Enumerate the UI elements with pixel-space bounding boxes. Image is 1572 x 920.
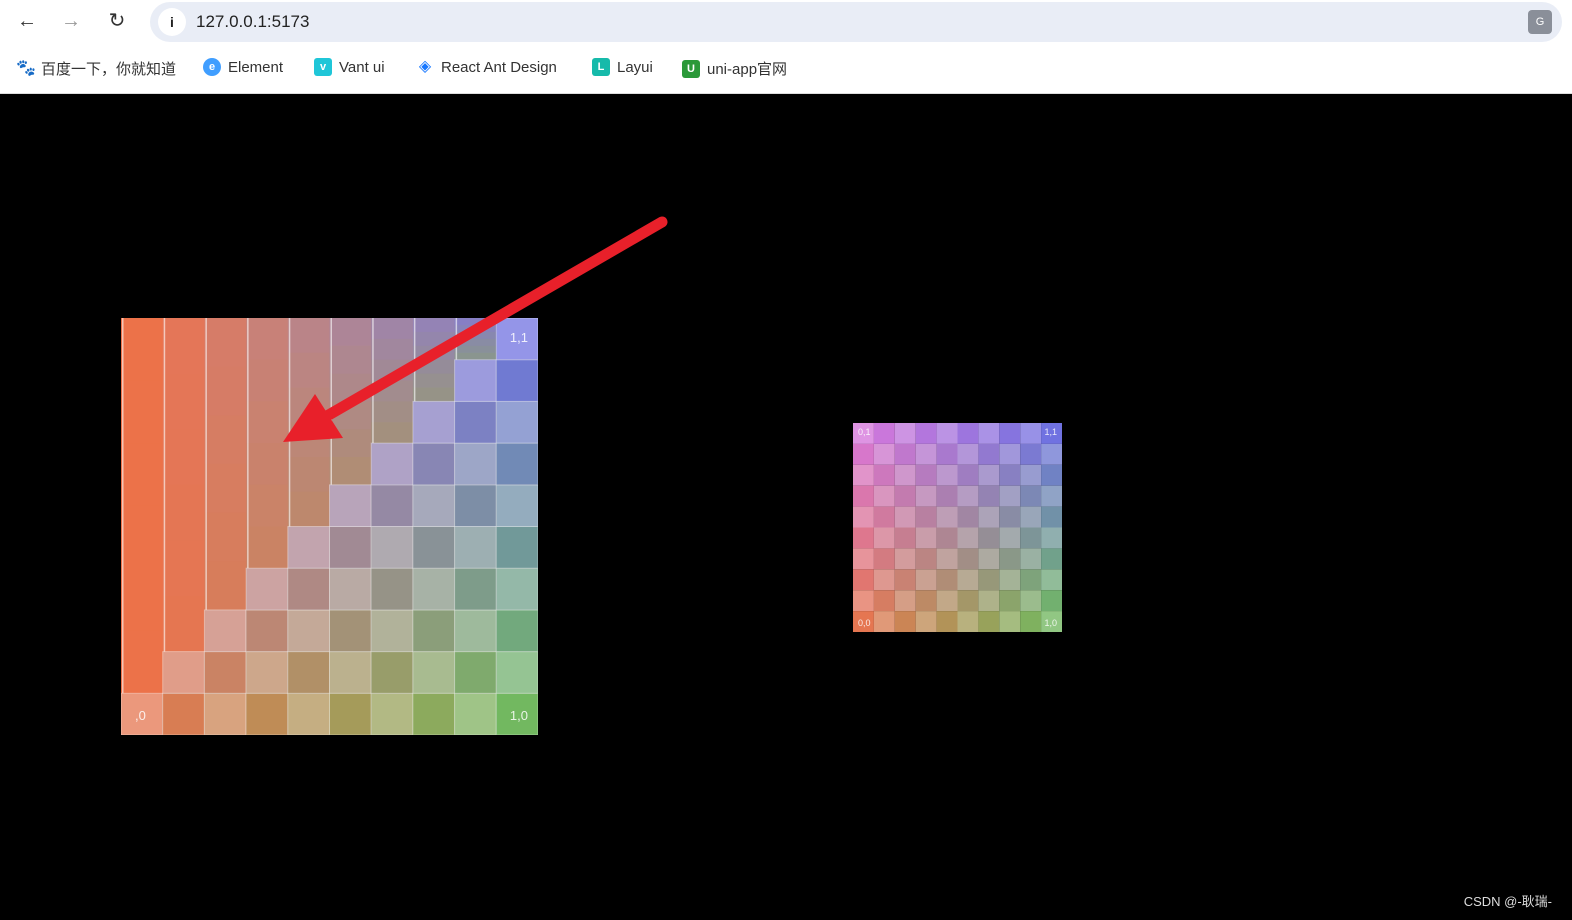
translate-icon[interactable]: G bbox=[1528, 10, 1552, 34]
site-info-icon[interactable]: i bbox=[158, 8, 186, 36]
element-icon: e bbox=[203, 58, 221, 76]
bookmark-label: 百度一下，你就知道 bbox=[41, 61, 177, 78]
watermark: CSDN @-耿瑞- bbox=[1463, 894, 1552, 909]
bookmark-vant[interactable]: v Vant ui bbox=[314, 58, 385, 76]
reload-icon[interactable]: ↻ bbox=[104, 8, 130, 34]
bookmark-element[interactable]: e Element bbox=[203, 58, 283, 76]
red-arrow-annotation bbox=[283, 216, 668, 442]
bookmark-label: Layui bbox=[617, 58, 653, 76]
bookmark-react-ant-design[interactable]: ◈ React Ant Design bbox=[416, 58, 557, 76]
bookmark-label: uni-app官网 bbox=[707, 61, 788, 78]
webgl-canvas[interactable]: ,0 1,0 1,1 0,1 1,1 0,0 1,0 CSDN @-耿瑞- bbox=[0, 94, 1572, 920]
layui-icon: L bbox=[592, 58, 610, 76]
bookmark-label: Vant ui bbox=[339, 58, 385, 76]
address-bar[interactable]: i 127.0.0.1:5173 G bbox=[150, 2, 1562, 42]
bookmark-baidu[interactable]: 🐾 百度一下，你就知道 bbox=[16, 58, 176, 79]
forward-icon[interactable]: → bbox=[58, 8, 84, 34]
baidu-paw-icon: 🐾 bbox=[16, 59, 36, 77]
bookmark-label: Element bbox=[228, 58, 284, 76]
bookmark-label: React Ant Design bbox=[441, 58, 557, 76]
ant-diamond-icon: ◈ bbox=[418, 58, 432, 75]
bookmark-uni-app[interactable]: Uuni-app官网 bbox=[682, 58, 787, 79]
url-text[interactable]: 127.0.0.1:5173 bbox=[196, 12, 309, 32]
browser-toolbar: ← → ↻ i 127.0.0.1:5173 G bbox=[0, 0, 1572, 44]
bookmark-layui[interactable]: L Layui bbox=[592, 58, 653, 76]
back-icon[interactable]: ← bbox=[14, 8, 40, 34]
vant-icon: v bbox=[314, 58, 332, 76]
uni-app-icon: U bbox=[682, 59, 700, 78]
bookmarks-bar: 🐾 百度一下，你就知道 e Element v Vant ui ◈ React Ant … bbox=[0, 44, 1572, 94]
arrow-shaft bbox=[314, 216, 668, 426]
